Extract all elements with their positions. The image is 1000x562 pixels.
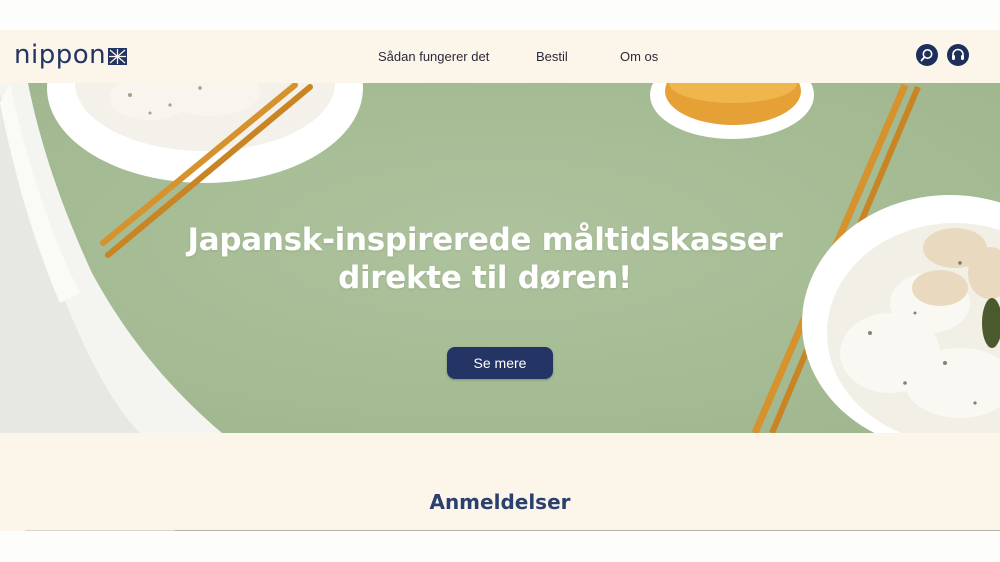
support-button[interactable] (947, 44, 969, 66)
nav-item-how-it-works[interactable]: Sådan fungerer det (378, 49, 489, 64)
reviews-title: Anmeldelser (429, 490, 571, 514)
logo-text: nippon (14, 40, 107, 70)
reviews-section: Anmeldelser (0, 433, 1000, 531)
hero-title-line-2: direkte til døren! (338, 260, 632, 296)
search-icon (920, 49, 933, 62)
logo-mark-icon (108, 48, 128, 65)
hero-banner: Japansk-inspirerede måltidskasser direkt… (0, 83, 1000, 433)
see-more-button[interactable]: Se mere (447, 347, 553, 379)
headset-icon (952, 48, 964, 60)
section-divider-accent (25, 530, 175, 531)
nav-item-order[interactable]: Bestil (536, 49, 568, 64)
hero-title: Japansk-inspirerede måltidskasser direkt… (0, 221, 970, 297)
nav-item-about[interactable]: Om os (620, 49, 658, 64)
hero-title-line-1: Japansk-inspirerede måltidskasser (187, 222, 783, 258)
site-header: nippon Sådan fungerer det Bestil Om os (0, 30, 1000, 83)
logo[interactable]: nippon (14, 40, 128, 70)
search-button[interactable] (916, 44, 938, 66)
page: nippon Sådan fungerer det Bestil Om os J… (0, 0, 1000, 562)
